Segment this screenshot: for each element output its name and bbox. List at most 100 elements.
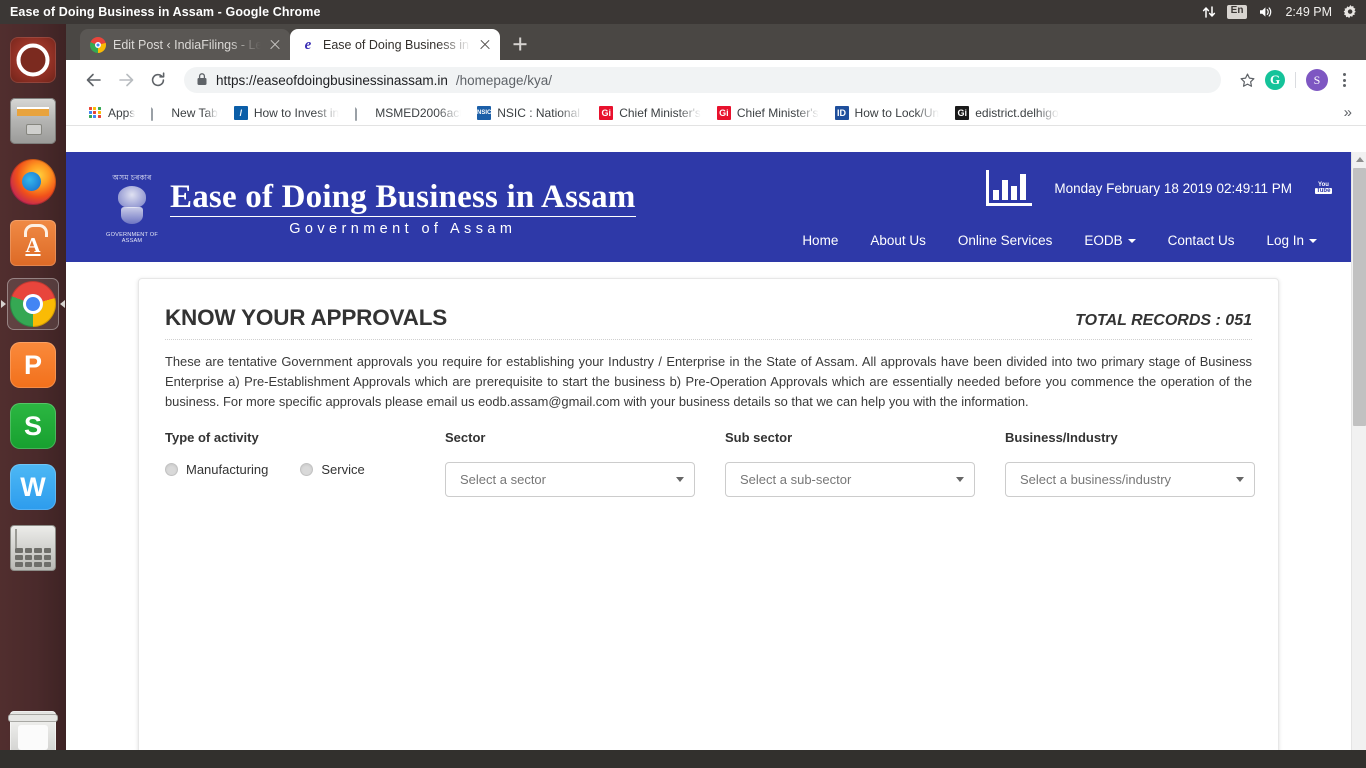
wps-p-icon: P (10, 342, 56, 388)
sidebar-item-calculator[interactable] (7, 522, 59, 574)
nav-item-home[interactable]: Home (786, 225, 854, 256)
bookmark-new-tab[interactable]: New Tab (143, 104, 225, 122)
chrome-icon (90, 37, 106, 53)
unity-top-panel: Ease of Doing Business in Assam - Google… (0, 0, 1366, 24)
card-header: KNOW YOUR APPROVALS TOTAL RECORDS : 051 (165, 305, 1252, 331)
firefox-icon (10, 159, 56, 205)
site-brand-text: Ease of Doing Business in Assam Governme… (170, 174, 636, 237)
sidebar-item-files[interactable] (7, 95, 59, 147)
sidebar-item-ubuntu-software[interactable] (7, 217, 59, 269)
business-industry-select[interactable]: Select a business/industry (1005, 462, 1255, 497)
nav-item-online-services[interactable]: Online Services (942, 225, 1069, 256)
blue-id-icon: ID (835, 106, 849, 120)
scrollbar-thumb[interactable] (1353, 168, 1366, 426)
bookmarks-bar: Apps New Tab / How to Invest in MSMED200… (66, 100, 1366, 126)
page-content: অসম চৰকাৰ GOVERNMENT OF ASSAM Ease of Do… (66, 152, 1351, 768)
address-bar[interactable]: https://easeofdoingbusinessinassam.in/ho… (184, 67, 1221, 93)
field-sector: Sector Select a sector (445, 430, 725, 497)
nav-label: About Us (870, 233, 926, 248)
bookmark-msmed2006act[interactable]: MSMED2006act. (347, 104, 469, 122)
radio-icon[interactable] (165, 463, 178, 476)
gear-icon[interactable] (1343, 5, 1358, 20)
url-host: https://easeofdoingbusinessinassam.in (216, 73, 448, 88)
url-path: /homepage/kya/ (456, 73, 552, 88)
page-viewport: অসম চৰকাৰ GOVERNMENT OF ASSAM Ease of Do… (66, 152, 1366, 768)
avatar[interactable]: S (1306, 69, 1328, 91)
apps-grid-icon (88, 106, 102, 120)
tab-ease-of-doing-business[interactable]: e Ease of Doing Business in (290, 29, 500, 60)
radio-manufacturing[interactable]: Manufacturing (165, 462, 268, 477)
site-header: অসম চৰকাৰ GOVERNMENT OF ASSAM Ease of Do… (66, 152, 1351, 262)
toolbar-divider (1295, 72, 1296, 88)
youtube-icon[interactable]: You Tube (1314, 180, 1333, 197)
site-subtitle: Government of Assam (170, 221, 636, 237)
select-value: Select a sector (460, 472, 546, 487)
field-business-industry: Business/Industry Select a business/indu… (1005, 430, 1285, 497)
nav-item-contact-us[interactable]: Contact Us (1152, 225, 1251, 256)
keyboard-layout-indicator[interactable]: En (1227, 5, 1248, 19)
radio-icon[interactable] (300, 463, 313, 476)
bookmark-label: edistrict.delhigo (975, 106, 1058, 120)
nav-item-eodb[interactable]: EODB (1068, 225, 1151, 256)
sidebar-item-wps-presentation[interactable]: P (7, 339, 59, 391)
page-title: KNOW YOUR APPROVALS (165, 305, 447, 331)
sub-sector-select[interactable]: Select a sub-sector (725, 462, 975, 497)
window-title: Ease of Doing Business in Assam - Google… (10, 5, 321, 19)
forward-arrow-icon[interactable] (112, 66, 140, 94)
nav-item-about-us[interactable]: About Us (854, 225, 942, 256)
nav-label: EODB (1084, 233, 1122, 248)
tab-strip: Edit Post ‹ IndiaFilings - Le e Ease of … (66, 24, 1366, 60)
back-arrow-icon[interactable] (80, 66, 108, 94)
tab-edit-post[interactable]: Edit Post ‹ IndiaFilings - Le (80, 29, 290, 60)
calculator-icon (10, 525, 56, 571)
ubuntu-icon (10, 37, 56, 83)
sidebar-item-wps-spreadsheets[interactable]: S (7, 400, 59, 452)
running-indicator-left (1, 300, 6, 308)
radio-label: Manufacturing (186, 462, 268, 477)
volume-icon[interactable] (1258, 5, 1274, 19)
bookmark-nsic[interactable]: NSIC NSIC : National S (469, 104, 591, 122)
sidebar-item-ubuntu-dash[interactable] (7, 34, 59, 86)
system-clock[interactable]: 2:49 PM (1285, 5, 1332, 19)
radio-service[interactable]: Service (300, 462, 364, 477)
site-brand[interactable]: অসম চৰকাৰ GOVERNMENT OF ASSAM Ease of Do… (106, 174, 636, 244)
bookmark-apps[interactable]: Apps (80, 104, 143, 122)
main-navigation: Home About Us Online Services EODB Conta… (786, 225, 1333, 256)
close-icon[interactable] (478, 38, 492, 52)
star-icon[interactable] (1233, 66, 1261, 94)
radio-label: Service (321, 462, 364, 477)
approvals-filter-form: Type of activity Manufacturing Service (165, 430, 1252, 497)
bar-chart-icon[interactable] (986, 170, 1032, 206)
scroll-up-arrow[interactable] (1352, 152, 1366, 167)
bookmark-chief-ministers-1[interactable]: Gi Chief Minister's (591, 104, 709, 122)
bookmarks-overflow-button[interactable]: » (1338, 104, 1358, 121)
field-type-of-activity: Type of activity Manufacturing Service (165, 430, 445, 497)
select-value: Select a business/industry (1020, 472, 1171, 487)
chevron-down-icon (1128, 239, 1136, 243)
bookmark-label: Apps (108, 106, 135, 120)
sidebar-item-firefox[interactable] (7, 156, 59, 208)
desktop-bottom-strip (0, 750, 1366, 768)
bookmark-how-to-invest[interactable]: / How to Invest in (226, 104, 347, 122)
sidebar-item-wps-writer[interactable]: W (7, 461, 59, 513)
nav-item-log-in[interactable]: Log In (1250, 225, 1333, 256)
nsic-icon: NSIC (477, 106, 491, 120)
letter-e-icon: e (300, 37, 316, 53)
field-label: Type of activity (165, 430, 445, 445)
reload-icon[interactable] (144, 66, 172, 94)
page-icon (151, 106, 165, 120)
sector-select[interactable]: Select a sector (445, 462, 695, 497)
field-sub-sector: Sub sector Select a sub-sector (725, 430, 1005, 497)
page-scrollbar[interactable] (1351, 152, 1366, 768)
bookmark-edistrict-delhi[interactable]: Gi edistrict.delhigo (947, 104, 1066, 122)
new-tab-button[interactable] (506, 30, 534, 58)
nav-label: Online Services (958, 233, 1053, 248)
network-updown-icon[interactable] (1202, 5, 1216, 19)
grammarly-icon[interactable]: G (1265, 70, 1285, 90)
bookmark-chief-ministers-2[interactable]: Gi Chief Minister's (709, 104, 827, 122)
kebab-menu-icon[interactable] (1332, 68, 1356, 92)
close-icon[interactable] (268, 38, 282, 52)
bookmark-how-to-lock-unlock[interactable]: ID How to Lock/Un (827, 104, 948, 122)
sidebar-item-google-chrome[interactable] (7, 278, 59, 330)
gi-icon: Gi (717, 106, 731, 120)
